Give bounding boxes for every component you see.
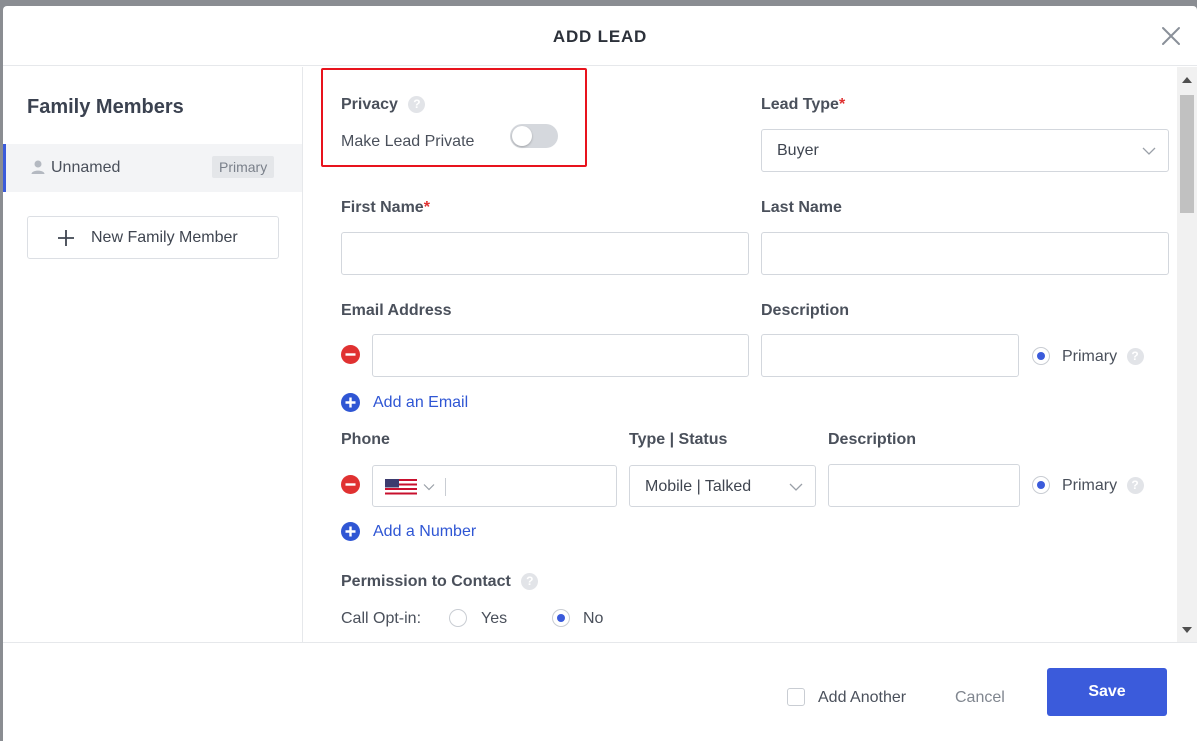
last-name-input[interactable] [761,232,1169,275]
add-phone-icon[interactable] [341,522,360,541]
new-family-member-button[interactable]: New Family Member [27,216,279,259]
add-email-icon[interactable] [341,393,360,412]
close-icon [1162,27,1180,45]
add-another-checkbox[interactable] [787,688,805,706]
chevron-down-icon [423,484,435,491]
lead-form: Privacy ? Make Lead Private Lead Type* B… [304,67,1174,642]
phone-description-input[interactable] [828,464,1020,507]
remove-email-icon[interactable] [341,345,360,364]
scroll-down-icon[interactable] [1181,625,1193,635]
email-description-input[interactable] [761,334,1019,377]
email-primary-text: Primary [1062,348,1118,365]
type-status-label: Type | Status [629,431,728,448]
family-member-name: Unnamed [51,159,121,176]
chevron-down-icon [789,483,803,491]
lead-type-label: Lead Type* [761,96,845,114]
add-lead-modal: ADD LEAD Family Members Unnamed Primary … [3,6,1197,741]
help-icon[interactable]: ? [1126,477,1144,495]
close-button[interactable] [1159,24,1183,48]
first-name-label-text: First Name [341,199,424,216]
phone-primary-label: Primary ? [1062,477,1144,495]
primary-badge: Primary [212,156,275,178]
add-another-label: Add Another [818,689,907,706]
phone-input[interactable] [372,465,617,507]
save-button[interactable]: Save [1047,668,1167,716]
first-name-input[interactable] [341,232,749,275]
email-input[interactable] [372,334,749,377]
email-description-label: Description [761,302,850,319]
email-label: Email Address [341,302,452,319]
first-name-label: First Name* [341,199,430,217]
scroll-thumb[interactable] [1180,95,1194,213]
us-flag-icon [385,479,417,495]
remove-phone-icon[interactable] [341,475,360,494]
family-member-item[interactable]: Unnamed Primary [3,144,302,192]
sidebar-title: Family Members [27,96,184,118]
phone-primary-radio[interactable] [1032,476,1050,494]
lead-type-select[interactable]: Buyer [761,129,1169,172]
chevron-down-icon [1142,147,1156,155]
type-status-value: Mobile | Talked [645,478,752,495]
add-email-link[interactable]: Add an Email [373,394,468,412]
scroll-up-icon[interactable] [1181,75,1193,85]
permission-label-text: Permission to Contact [341,573,511,590]
call-optin-no-radio[interactable] [552,609,570,627]
call-optin-label: Call Opt-in: [341,610,422,627]
email-primary-label: Primary ? [1062,348,1144,366]
lead-type-value: Buyer [777,142,819,159]
call-optin-yes-label: Yes [481,610,508,627]
family-sidebar: Family Members Unnamed Primary New Famil… [3,67,303,642]
help-icon[interactable]: ? [521,573,539,591]
required-mark: * [838,96,846,113]
toggle-knob [512,126,532,146]
phone-primary-text: Primary [1062,477,1118,494]
privacy-label: Privacy ? [341,96,426,114]
country-code-select[interactable] [385,479,435,500]
make-private-toggle[interactable] [510,124,558,148]
privacy-highlight-box [321,68,587,167]
help-icon[interactable]: ? [408,96,426,114]
permission-label: Permission to Contact ? [341,573,539,591]
user-icon [31,160,45,174]
add-phone-link[interactable]: Add a Number [373,523,476,541]
privacy-label-text: Privacy [341,96,398,113]
modal-header: ADD LEAD [3,6,1197,66]
cancel-button[interactable]: Cancel [955,689,1005,707]
email-primary-radio[interactable] [1032,347,1050,365]
type-status-select[interactable]: Mobile | Talked [629,465,816,507]
lead-type-label-text: Lead Type [761,96,839,113]
phone-separator [445,478,446,496]
phone-label: Phone [341,431,390,448]
form-scrollbar[interactable] [1177,67,1197,642]
modal-title: ADD LEAD [552,27,648,46]
make-private-label: Make Lead Private [341,133,475,150]
required-mark: * [423,199,430,216]
help-icon[interactable]: ? [1126,348,1144,366]
modal-footer: Add Another Cancel Save [3,642,1197,741]
call-optin-yes-radio[interactable] [449,609,467,627]
new-family-member-label: New Family Member [91,229,238,246]
last-name-label: Last Name [761,199,842,216]
call-optin-no-label: No [583,610,604,627]
phone-description-label: Description [828,431,917,448]
plus-icon [58,230,74,246]
